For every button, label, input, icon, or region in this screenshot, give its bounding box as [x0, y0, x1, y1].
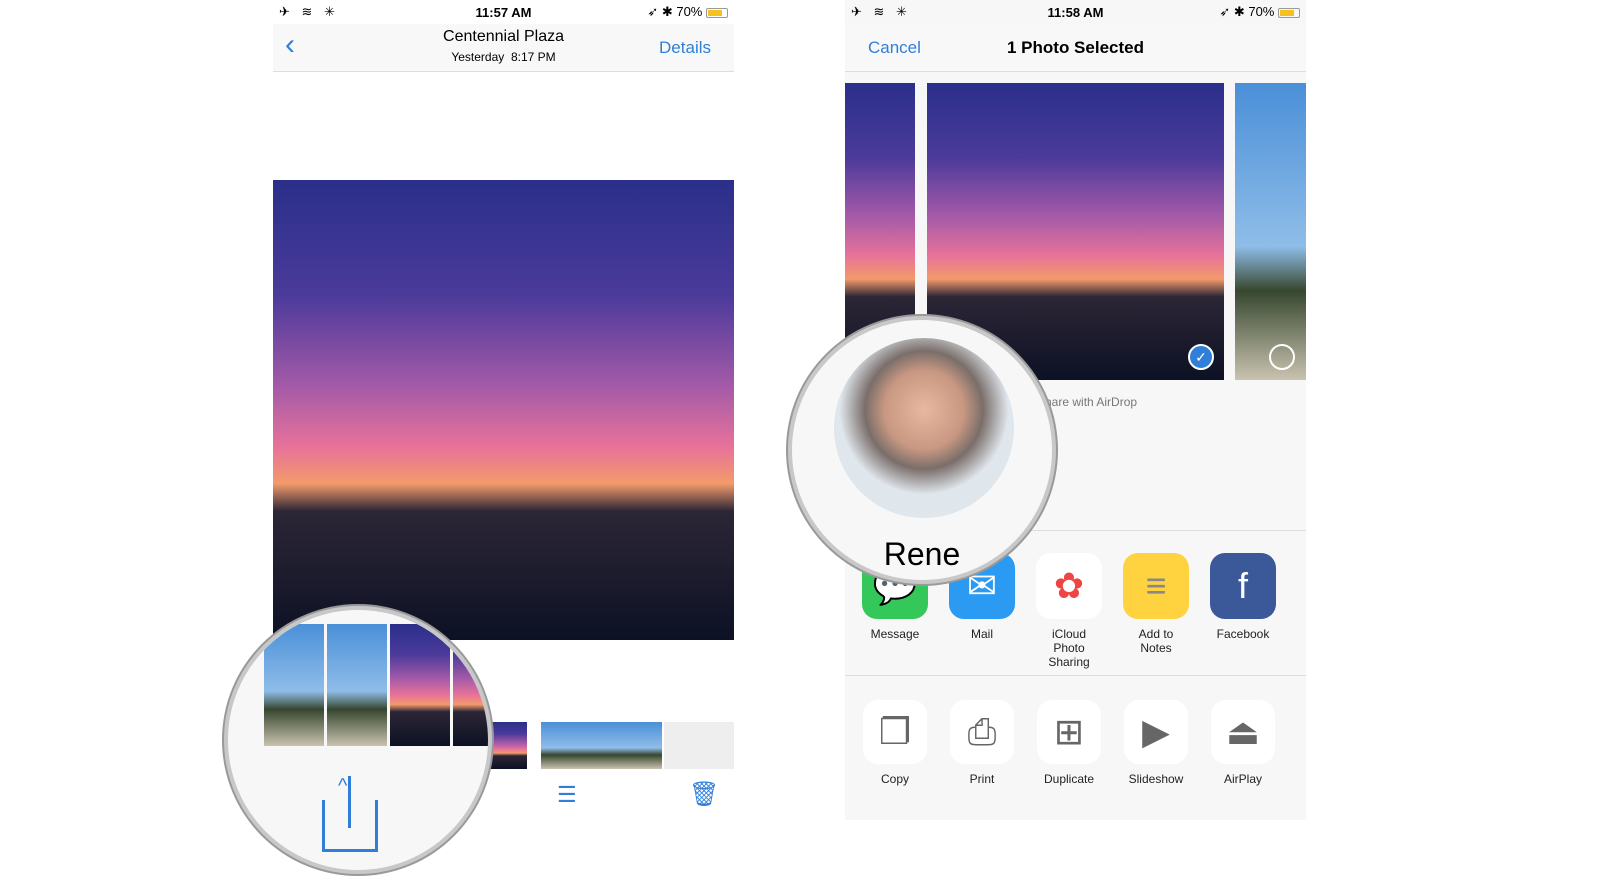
airdrop-hint: Share with AirDrop: [1037, 395, 1138, 409]
copy-icon: ❐: [863, 700, 927, 764]
app-label: Message: [870, 627, 920, 641]
duplicate-icon: ⊞: [1037, 700, 1101, 764]
details-button[interactable]: Details: [659, 38, 711, 58]
action-label: Print: [969, 772, 995, 786]
battery-icon: [1278, 7, 1300, 18]
nav-title: 1 Photo Selected: [1007, 38, 1144, 57]
app-label: iCloud Photo Sharing: [1048, 627, 1090, 669]
app-label: Mail: [970, 627, 993, 641]
thumbnail[interactable]: [541, 722, 662, 769]
print-icon: ⎙: [950, 700, 1014, 764]
thumbnail[interactable]: [664, 722, 734, 769]
share-button-magnifier: ^: [224, 606, 492, 874]
share-app-facebook[interactable]: f Facebook: [1209, 553, 1277, 641]
action-airplay[interactable]: ⏏ AirPlay: [1209, 700, 1277, 786]
checkmark-icon[interactable]: ✓: [1188, 344, 1214, 370]
slideshow-icon: ▶: [1124, 700, 1188, 764]
thumbnail[interactable]: [264, 624, 324, 746]
sliders-icon[interactable]: ☰: [557, 782, 577, 808]
battery-indicator: ➶ ✱ 70%: [647, 4, 728, 20]
app-icon: f: [1210, 553, 1276, 619]
share-app-add-to-notes[interactable]: ≡ Add to Notes: [1122, 553, 1190, 655]
action-label: AirPlay: [1223, 772, 1262, 786]
status-bar: ✈ ≋ ✳ 11:58 AM ➶ ✱ 70%: [845, 0, 1306, 24]
battery-indicator: ➶ ✱ 70%: [1219, 4, 1300, 20]
battery-icon: [706, 7, 728, 18]
airdrop-contact-magnifier[interactable]: Rene: [788, 316, 1056, 584]
thumbnail[interactable]: [390, 624, 450, 746]
status-bar: ✈ ≋ ✳ 11:57 AM ➶ ✱ 70%: [273, 0, 734, 24]
action-label: Copy: [880, 772, 909, 786]
action-copy[interactable]: ❐ Copy: [861, 700, 929, 786]
action-label: Slideshow: [1128, 772, 1184, 786]
airdrop-contact-name: Rene: [883, 536, 961, 572]
unselected-circle-icon[interactable]: [1269, 344, 1295, 370]
app-icon: ≡: [1123, 553, 1189, 619]
action-slideshow[interactable]: ▶ Slideshow: [1122, 700, 1190, 786]
photo-card[interactable]: [1235, 83, 1306, 380]
app-label: Facebook: [1216, 627, 1270, 641]
action-print[interactable]: ⎙ Print: [948, 700, 1016, 786]
main-photo: [273, 180, 734, 640]
action-duplicate[interactable]: ⊞ Duplicate: [1035, 700, 1103, 786]
airplay-icon: ⏏: [1211, 700, 1275, 764]
thumbnail[interactable]: [453, 624, 488, 746]
thumbnail-strip[interactable]: [473, 722, 734, 769]
nav-bar: Cancel 1 Photo Selected: [845, 24, 1306, 72]
action-label: Duplicate: [1043, 772, 1095, 786]
avatar[interactable]: [834, 338, 1014, 518]
nav-bar: ‹ Centennial Plaza Yesterday 8:17 PM Det…: [273, 24, 734, 72]
trash-icon[interactable]: 🗑: [689, 780, 719, 809]
thumbnail[interactable]: [327, 624, 387, 746]
app-label: Add to Notes: [1138, 627, 1174, 655]
